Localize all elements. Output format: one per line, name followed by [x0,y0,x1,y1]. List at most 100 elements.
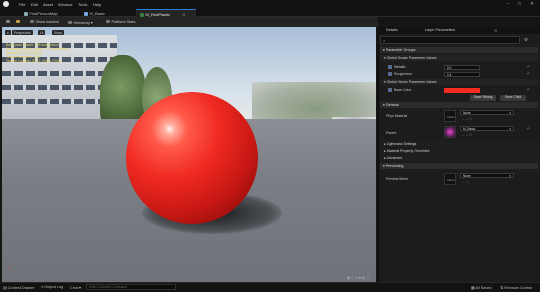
group-title: Global Scalar Parameter Values [386,56,437,60]
save-icon [6,19,10,23]
asset-browse-icons[interactable]: ← ⌕ ↻ [462,117,472,121]
details-search-input[interactable]: ⌕ [380,36,520,44]
eye-icon [30,19,34,23]
metallic-label: Metallic [394,65,406,69]
settings-gear-icon[interactable]: ⚙ [524,37,528,43]
search-icon: ⌕ [383,38,386,43]
stats-icon [106,19,110,23]
level-icon [24,12,28,16]
menu-asset[interactable]: Asset [43,2,53,7]
close-icon[interactable]: ✕ [494,28,497,33]
section-previewing[interactable]: ▾ Previewing [380,163,538,169]
all-saved-label: All Saved [475,285,492,290]
group-title: Global Vector Parameter Values [386,80,437,84]
menu-file[interactable]: File [19,2,25,7]
tab-details[interactable]: Details [386,28,398,32]
shader-stats: Base pass shader: 195 instructions Base … [6,43,69,63]
section-title: Lightmass Settings [386,142,417,146]
tab-layer-parameters[interactable]: Layer Parameters [425,28,455,32]
cmd-button[interactable]: Cmd▾ [70,285,81,290]
tab-label: FirstPersonMap [29,11,58,16]
stats-line: Texture Lookups (Est.): VS(0), PS(0) [6,59,62,63]
show-inactive-button[interactable]: Show Inactive [27,19,62,26]
base-color-label: Base Color [394,88,412,92]
menu-help[interactable]: Help [93,2,101,7]
tab-m-basic[interactable]: M_Basic [80,9,109,17]
base-color-override-checkbox[interactable] [388,88,392,92]
menu-tools[interactable]: Tools [78,2,87,7]
viewport-menu-button[interactable]: ≡ [5,30,11,35]
roughness-label: Roughness [394,72,412,76]
base-color-swatch[interactable] [444,87,480,93]
roughness-override-checkbox[interactable] [388,72,392,76]
section-advanced[interactable]: ▸ Advanced [380,155,538,161]
minimize-icon[interactable]: – [507,1,510,6]
phys-material-dropdown[interactable]: None ▾ [460,110,514,115]
chevron-down-icon: ▾ [90,20,93,25]
section-property-overrides[interactable]: ▸ Material Property Overrides [380,148,538,154]
unreal-logo-icon[interactable] [3,1,9,7]
console-command-input[interactable]: Enter Console Command [86,283,176,290]
dropdown-value: None [463,111,471,115]
section-title: Previewing [385,164,404,168]
details-tab-strip [378,27,540,34]
group-global-vector[interactable]: ▾ Global Vector Parameter Values [380,79,538,85]
save-sibling-button[interactable]: Save Sibling [470,94,496,101]
section-lightmass[interactable]: ▸ Lightmass Settings [380,141,538,147]
platform-stats-label: Platform Stats [111,19,136,24]
maximize-icon[interactable]: □ [518,1,521,6]
platform-stats-button[interactable]: Platform Stats [103,19,138,26]
material-preview-viewport[interactable]: ≡ Perspective Lit Show Base pass shader:… [2,27,376,282]
asset-browse-icons[interactable]: ← ⌕ ↻ [462,133,472,137]
material-icon [84,12,88,16]
reset-arrow-icon[interactable]: ↶ [527,65,530,69]
all-saved-indicator[interactable]: ▦ All Saved [471,285,491,290]
hierarchy-icon [68,20,72,24]
reset-arrow-icon[interactable]: ↶ [527,88,530,92]
perspective-button[interactable]: Perspective [12,30,33,35]
output-log-button[interactable]: ≡ Output Log [41,285,63,289]
building-windows [2,71,117,76]
content-drawer-label: Content Drawer [7,285,35,290]
section-general[interactable]: ▾ General [380,102,538,108]
revision-control-button[interactable]: ⇅ Revision Control [500,285,532,290]
dropdown-value: M_Basic [463,127,476,131]
parent-label: Parent [386,131,397,135]
preview-shape-icons[interactable]: ▣ ▢ ● ■ ▤ ⬡ [347,276,369,280]
save-child-button[interactable]: Save Child [500,94,526,101]
cmd-label: Cmd [70,285,79,290]
material-instance-icon [140,13,144,17]
lit-button[interactable]: Lit [38,30,46,35]
axis-gizmo-icon: ⊥y [8,265,13,270]
section-title: General [385,103,399,107]
chevron-down-icon: ▾ [509,127,511,131]
group-global-scalar[interactable]: ▾ Global Scalar Parameter Values [380,55,538,61]
close-icon[interactable]: ✕ [530,1,534,7]
folder-icon [16,19,20,23]
tab-m-redplastic[interactable]: M_RedPlastic ✕ [136,9,196,17]
preview-mesh-label: Preview Mesh [386,177,408,181]
section-parameter-groups[interactable]: ▾ Parameter Groups [380,47,538,53]
show-inactive-label: Show Inactive [35,19,60,24]
tab-label: M_Basic [89,11,105,16]
section-title: Advanced [386,156,403,160]
preview-mesh-dropdown[interactable]: None ▾ [460,173,514,178]
tab-firstpersonmap[interactable]: FirstPersonMap [20,9,62,17]
hierarchy-button[interactable]: Hierarchy▾ [65,19,96,26]
parent-material-thumbnail [444,126,456,138]
parent-material-dropdown[interactable]: M_Basic ▾ [460,126,514,131]
content-drawer-button[interactable]: ▤ Content Drawer [3,285,34,290]
show-button[interactable]: Show [52,30,64,35]
metallic-value-field[interactable]: 0.0 [444,64,480,70]
reset-arrow-icon[interactable]: ↶ [527,72,530,76]
asset-browse-icons[interactable]: ← ⌕ [462,180,468,184]
revision-control-label: Revision Control [504,285,533,290]
dropdown-value: None [463,174,471,178]
section-title: Material Property Overrides [386,149,430,153]
menu-window[interactable]: Window [58,2,72,7]
reset-arrow-icon[interactable]: ↶ [527,127,530,131]
browse-button[interactable] [13,19,25,26]
metallic-override-checkbox[interactable] [388,65,392,69]
roughness-value-field[interactable]: 0.4 [444,71,480,77]
menu-edit[interactable]: Edit [31,2,38,7]
